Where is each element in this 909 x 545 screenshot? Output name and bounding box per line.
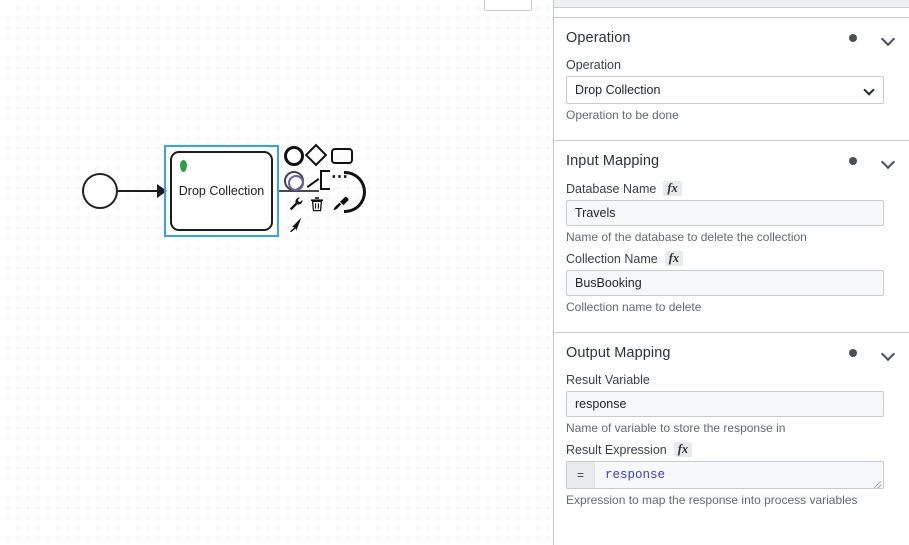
bpmn-canvas[interactable]: Drop Collection ⋯ (0, 0, 553, 545)
operation-select-value: Drop Collection (575, 83, 661, 97)
expression-equals-prefix: = (567, 462, 595, 488)
field-collection-name-label: Collection Name (566, 251, 658, 266)
group-output-mapping-header[interactable]: Output Mapping (554, 333, 909, 367)
fx-icon[interactable]: fx (663, 181, 682, 196)
result-variable-input[interactable]: response (566, 391, 884, 417)
task-label: Drop Collection (178, 184, 265, 198)
field-database-name-hint: Name of the database to delete the colle… (566, 230, 807, 244)
group-operation-header[interactable]: Operation (554, 18, 909, 52)
status-dot (849, 349, 857, 357)
group-operation-title: Operation (566, 30, 631, 46)
result-variable-value: response (575, 397, 627, 411)
start-event-shape[interactable] (82, 173, 118, 209)
fx-icon[interactable]: fx (673, 442, 693, 457)
panel-top-strip (554, 0, 909, 8)
chevron-down-icon (863, 84, 875, 96)
status-dot (849, 157, 857, 165)
diamond-icon[interactable] (304, 143, 328, 167)
dashed-connector-icon (306, 178, 320, 188)
sequence-flow[interactable] (118, 190, 160, 192)
collection-name-input[interactable]: BusBooking (566, 270, 884, 296)
collection-name-value: BusBooking (575, 276, 642, 290)
field-result-expression-label-row: Result Expression fx (566, 442, 897, 457)
field-result-expression: Result Expression fx = response Expressi… (554, 442, 909, 508)
operation-select[interactable]: Drop Collection (566, 76, 884, 104)
chevron-down-icon[interactable] (881, 154, 895, 168)
chevron-down-icon[interactable] (881, 346, 895, 360)
database-name-input[interactable]: Travels (566, 200, 884, 226)
field-database-name: Database Name fx Travels Name of the dat… (554, 181, 909, 245)
properties-panel: Operation Operation Drop Collection Oper… (553, 0, 909, 545)
field-collection-name-label-row: Collection Name fx (566, 251, 897, 266)
wrench-icon[interactable] (288, 196, 304, 212)
field-operation: Operation Drop Collection Operation to b… (554, 58, 909, 123)
rounded-rect-icon[interactable] (331, 148, 353, 164)
group-input-mapping-header[interactable]: Input Mapping (554, 141, 909, 175)
task-shape-drop-collection[interactable]: Drop Collection (170, 151, 273, 231)
field-operation-label: Operation (566, 58, 621, 72)
field-database-name-label-row: Database Name fx (566, 181, 897, 196)
field-collection-name-hint: Collection name to delete (566, 300, 702, 314)
group-operation: Operation Operation Drop Collection Oper… (554, 18, 909, 135)
field-result-variable-hint: Name of variable to store the response i… (566, 421, 786, 435)
result-expression-editor[interactable]: = response (566, 461, 884, 489)
panel-sub-strip (554, 8, 909, 18)
group-output-mapping-title: Output Mapping (566, 345, 671, 361)
canvas-mini-control[interactable] (484, 0, 532, 11)
trash-icon[interactable] (310, 196, 324, 212)
field-result-expression-hint: Expression to map the response into proc… (566, 493, 858, 507)
fx-icon[interactable]: fx (664, 251, 684, 266)
field-collection-name: Collection Name fx BusBooking Collection… (554, 251, 909, 315)
field-operation-hint: Operation to be done (566, 108, 679, 122)
database-name-value: Travels (575, 206, 616, 220)
circle-icon[interactable] (284, 146, 304, 166)
pointer-icon[interactable] (288, 216, 304, 233)
field-result-variable-label-row: Result Variable (566, 373, 897, 387)
group-input-mapping: Input Mapping Database Name fx Travels N… (554, 141, 909, 327)
chevron-down-icon[interactable] (881, 31, 895, 45)
field-operation-label-row: Operation (566, 58, 897, 72)
group-input-mapping-title: Input Mapping (566, 153, 660, 169)
modeler-root: Drop Collection ⋯ Operation Operation Dr… (0, 0, 909, 545)
field-result-variable-label: Result Variable (566, 373, 650, 387)
leaf-marker-icon (180, 160, 187, 172)
double-circle-icon[interactable] (284, 171, 304, 191)
field-database-name-label: Database Name (566, 181, 657, 196)
field-result-expression-label: Result Expression (566, 442, 667, 457)
field-result-variable: Result Variable response Name of variabl… (554, 373, 909, 436)
group-output-mapping: Output Mapping Result Variable response … (554, 333, 909, 520)
resize-handle-icon[interactable] (873, 478, 882, 487)
result-expression-value: response (605, 468, 666, 482)
brush-icon[interactable] (332, 196, 350, 212)
status-dot (849, 34, 857, 42)
bracket-icon[interactable] (320, 170, 330, 190)
